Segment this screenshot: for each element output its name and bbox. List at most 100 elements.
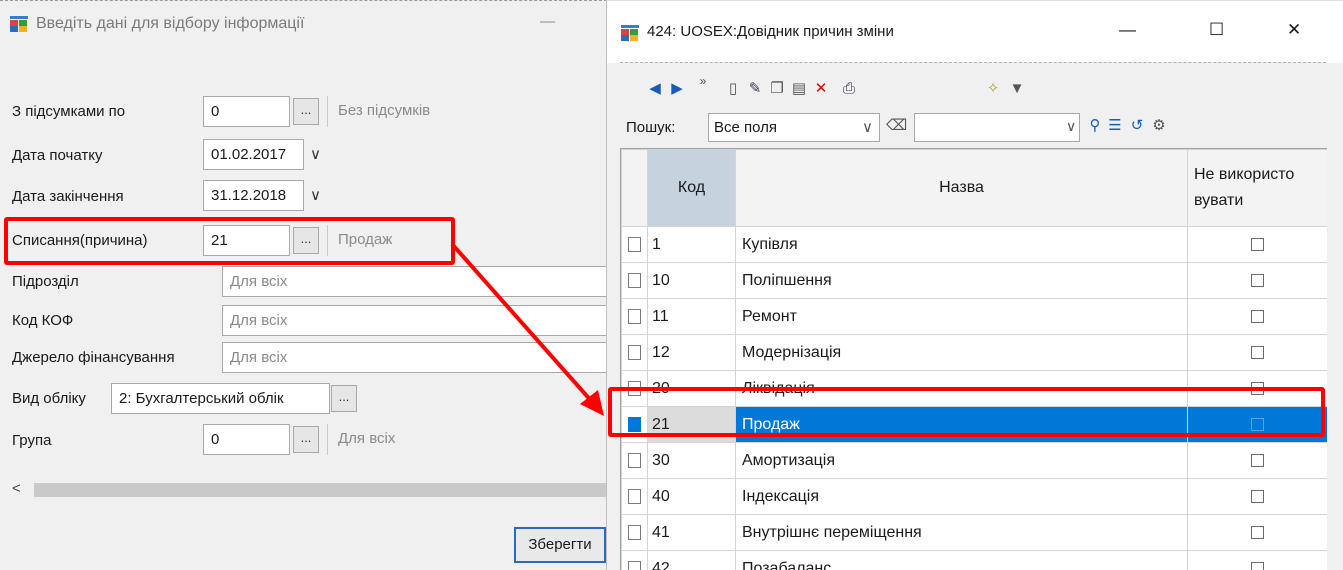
department-input[interactable]: Для всіх bbox=[222, 266, 612, 297]
cell-name[interactable]: Купівля bbox=[736, 227, 1188, 263]
table-row[interactable]: 10Поліпшення bbox=[622, 263, 1328, 299]
highlight-writeoff-field bbox=[4, 217, 455, 265]
checkbox[interactable] bbox=[1251, 526, 1264, 539]
row-marker[interactable] bbox=[622, 551, 648, 570]
row-marker[interactable] bbox=[622, 299, 648, 335]
checkbox[interactable] bbox=[1251, 238, 1264, 251]
kof-code-label: Код КОФ bbox=[12, 311, 73, 331]
row-marker-header bbox=[622, 150, 648, 227]
search-dropdown-icon[interactable]: ∨ bbox=[1066, 118, 1076, 135]
group-lookup-button[interactable]: ... bbox=[293, 426, 319, 453]
cell-not-used[interactable] bbox=[1188, 299, 1328, 335]
table-row[interactable]: 12Модернізація bbox=[622, 335, 1328, 371]
column-header-name[interactable]: Назва bbox=[736, 150, 1188, 227]
row-marker[interactable] bbox=[622, 479, 648, 515]
list-icon[interactable]: ☰ bbox=[1106, 117, 1124, 135]
cell-code[interactable]: 12 bbox=[648, 335, 736, 371]
delete-icon[interactable]: ✕ bbox=[812, 80, 830, 98]
totals-input[interactable]: 0 bbox=[203, 96, 290, 127]
cell-not-used[interactable] bbox=[1188, 335, 1328, 371]
column-header-code[interactable]: Код bbox=[648, 150, 736, 227]
tools-icon[interactable]: ✧ bbox=[984, 80, 1002, 98]
eraser-icon[interactable]: ⌫ bbox=[886, 117, 904, 135]
group-note: Для всіх bbox=[327, 424, 612, 455]
table-row[interactable]: 40Індексація bbox=[622, 479, 1328, 515]
cell-code[interactable]: 30 bbox=[648, 443, 736, 479]
checkbox[interactable] bbox=[1251, 274, 1264, 287]
row-marker[interactable] bbox=[622, 263, 648, 299]
row-marker[interactable] bbox=[622, 515, 648, 551]
row-marker[interactable] bbox=[622, 227, 648, 263]
table-row[interactable]: 42Позабаланс bbox=[622, 551, 1328, 570]
print-icon[interactable]: ⎙ bbox=[840, 80, 858, 98]
filter-icon[interactable]: ▼ bbox=[1008, 80, 1026, 98]
end-date-dropdown-icon[interactable]: ∨ bbox=[310, 186, 321, 204]
edit-document-icon[interactable]: ✎ bbox=[746, 80, 764, 98]
cell-code[interactable]: 1 bbox=[648, 227, 736, 263]
checkbox[interactable] bbox=[1251, 346, 1264, 359]
more-icon[interactable]: » bbox=[694, 72, 712, 90]
search-input[interactable] bbox=[914, 113, 1080, 142]
cell-code[interactable]: 41 bbox=[648, 515, 736, 551]
dialog-minimize-button[interactable]: — bbox=[540, 13, 555, 30]
forward-arrow-icon[interactable]: ▶ bbox=[668, 80, 686, 98]
checkbox[interactable] bbox=[1251, 454, 1264, 467]
checkbox[interactable] bbox=[1251, 490, 1264, 503]
start-date-input[interactable]: 01.02.2017 bbox=[203, 139, 304, 170]
cell-name[interactable]: Модернізація bbox=[736, 335, 1188, 371]
scrollbar-thumb[interactable] bbox=[34, 483, 612, 497]
table-row[interactable]: 11Ремонт bbox=[622, 299, 1328, 335]
row-marker-icon bbox=[628, 237, 641, 252]
table-row[interactable]: 30Амортизація bbox=[622, 443, 1328, 479]
row-marker-icon bbox=[628, 309, 641, 324]
search-scope-select[interactable]: Все поля ∨ bbox=[708, 113, 880, 142]
cell-name[interactable]: Амортизація bbox=[736, 443, 1188, 479]
find-binoculars-icon[interactable]: ⚲ bbox=[1086, 117, 1104, 135]
dialog-title: Введіть дані для відбору інформації bbox=[36, 15, 304, 33]
accounting-type-lookup-button[interactable]: ... bbox=[331, 385, 357, 412]
cell-not-used[interactable] bbox=[1188, 443, 1328, 479]
row-marker[interactable] bbox=[622, 335, 648, 371]
start-date-dropdown-icon[interactable]: ∨ bbox=[310, 145, 321, 163]
cell-name[interactable]: Ремонт bbox=[736, 299, 1188, 335]
totals-note: Без підсумків bbox=[327, 96, 612, 127]
settings-icon[interactable]: ⚙ bbox=[1150, 117, 1168, 135]
column-header-not-used[interactable]: Не використо вувати bbox=[1188, 150, 1328, 227]
cell-code[interactable]: 40 bbox=[648, 479, 736, 515]
maximize-button[interactable]: ☐ bbox=[1209, 20, 1224, 40]
back-arrow-icon[interactable]: ◀ bbox=[646, 80, 664, 98]
totals-lookup-button[interactable]: ... bbox=[293, 98, 319, 125]
cell-code[interactable]: 11 bbox=[648, 299, 736, 335]
view-document-icon[interactable]: ▤ bbox=[790, 80, 808, 98]
cell-code[interactable]: 42 bbox=[648, 551, 736, 570]
kof-code-input[interactable]: Для всіх bbox=[222, 305, 612, 336]
refresh-icon[interactable]: ↺ bbox=[1128, 117, 1146, 135]
horizontal-scrollbar[interactable]: < bbox=[6, 479, 612, 501]
minimize-button[interactable]: — bbox=[1119, 20, 1136, 40]
row-marker[interactable] bbox=[622, 443, 648, 479]
new-document-icon[interactable]: ▯ bbox=[724, 80, 742, 98]
cell-name[interactable]: Індексація bbox=[736, 479, 1188, 515]
cell-name[interactable]: Поліпшення bbox=[736, 263, 1188, 299]
cell-not-used[interactable] bbox=[1188, 479, 1328, 515]
scroll-left-icon[interactable]: < bbox=[12, 480, 21, 497]
table-row[interactable]: 1Купівля bbox=[622, 227, 1328, 263]
table-row[interactable]: 41Внутрішнє переміщення bbox=[622, 515, 1328, 551]
cell-name[interactable]: Внутрішнє переміщення bbox=[736, 515, 1188, 551]
cell-not-used[interactable] bbox=[1188, 263, 1328, 299]
funding-source-input[interactable]: Для всіх bbox=[222, 342, 612, 373]
cell-code[interactable]: 10 bbox=[648, 263, 736, 299]
group-input[interactable]: 0 bbox=[203, 424, 290, 455]
app-icon bbox=[10, 16, 28, 32]
cell-name[interactable]: Позабаланс bbox=[736, 551, 1188, 570]
accounting-type-input[interactable]: 2: Бухгалтерський облік bbox=[111, 383, 330, 414]
close-button[interactable]: ✕ bbox=[1287, 20, 1301, 40]
checkbox[interactable] bbox=[1251, 310, 1264, 323]
copy-document-icon[interactable]: ❐ bbox=[768, 80, 786, 98]
cell-not-used[interactable] bbox=[1188, 227, 1328, 263]
save-button[interactable]: Зберегти bbox=[514, 527, 606, 563]
highlight-selected-row bbox=[608, 387, 1325, 437]
cell-not-used[interactable] bbox=[1188, 515, 1328, 551]
cell-not-used[interactable] bbox=[1188, 551, 1328, 570]
end-date-input[interactable]: 31.12.2018 bbox=[203, 180, 304, 211]
